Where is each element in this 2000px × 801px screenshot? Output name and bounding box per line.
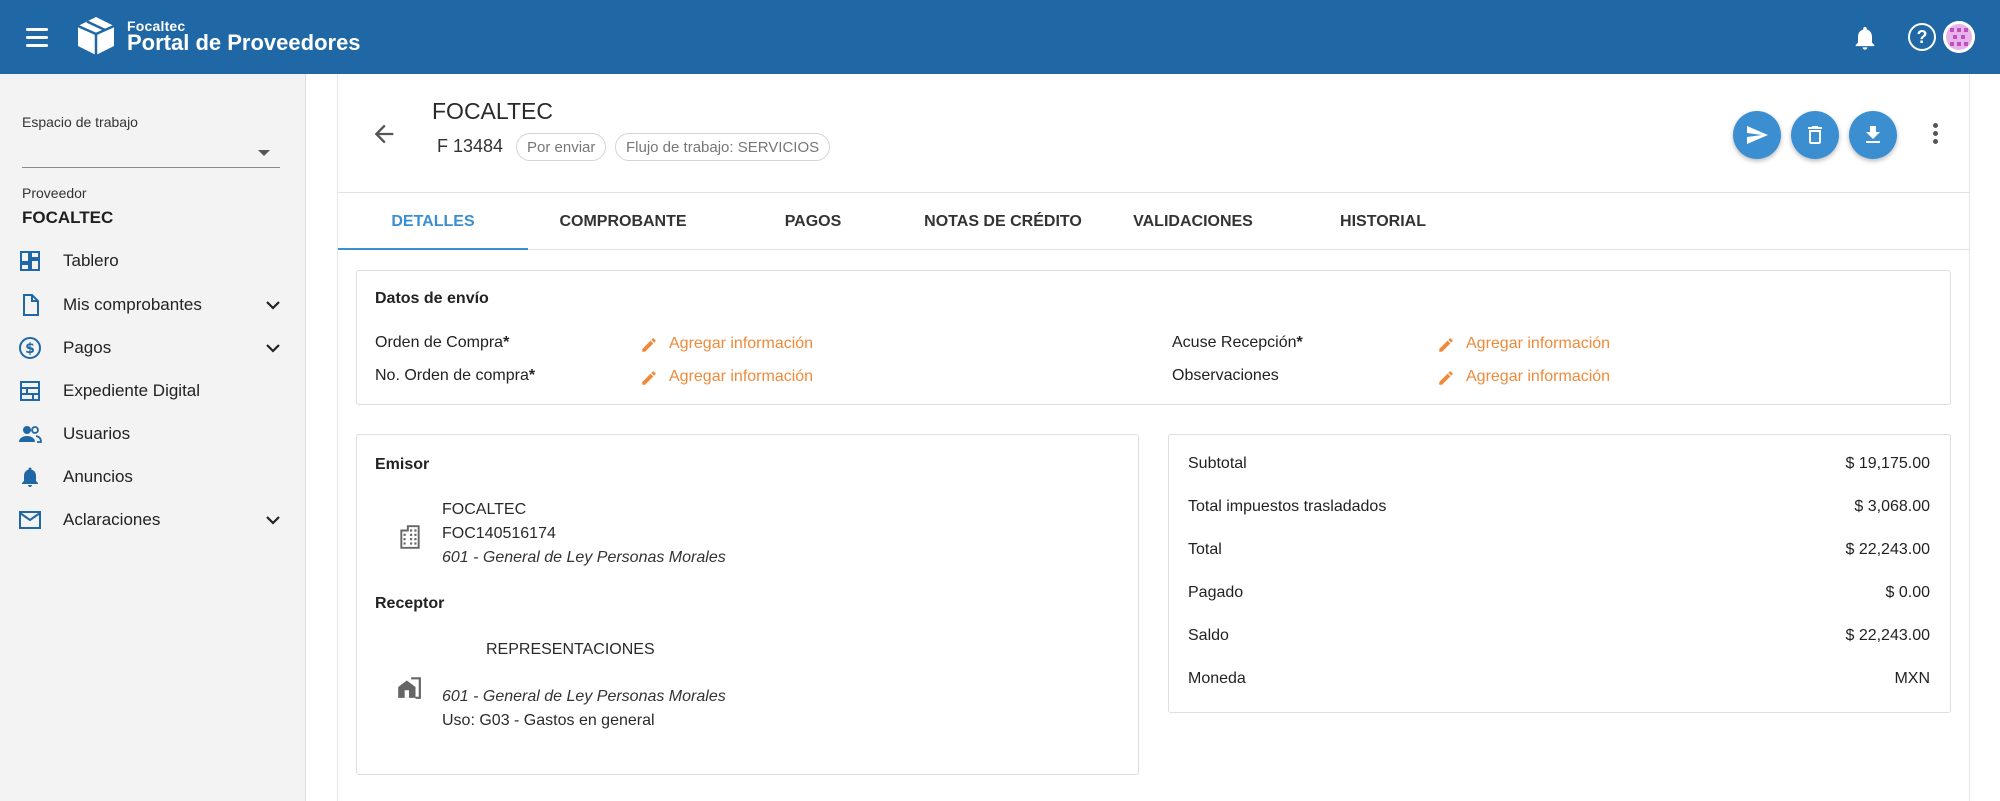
- summary-value: MXN: [1894, 670, 1930, 687]
- tab-pagos[interactable]: PAGOS: [718, 193, 908, 250]
- chevron-down-icon: [266, 344, 280, 353]
- sidebar-item-label: Anuncios: [63, 467, 133, 486]
- summary-value: $ 19,175.00: [1845, 455, 1930, 472]
- receptor-name: REPRESENTACIONES: [486, 641, 655, 658]
- sidebar-item-mis-comprobantes[interactable]: Mis comprobantes: [0, 284, 305, 326]
- tab-bar: DETALLES COMPROBANTE PAGOS NOTAS DE CRÉD…: [338, 193, 1969, 250]
- sidebar-item-pagos[interactable]: $ Pagos: [0, 327, 305, 369]
- no-orden-compra-label: No. Orden de compra*: [375, 367, 536, 384]
- dashboard-icon: [20, 251, 40, 271]
- chevron-down-icon: [266, 516, 280, 525]
- summary-row-pagado: Pagado $ 0.00: [1168, 579, 1950, 609]
- workspace-label: Espacio de trabajo: [22, 114, 138, 130]
- tab-historial[interactable]: HISTORIAL: [1288, 193, 1478, 250]
- emisor-title: Emisor: [375, 456, 430, 473]
- dollar-icon: $: [19, 337, 41, 359]
- trash-icon: [1808, 126, 1822, 144]
- summary-row-total: Total $ 22,243.00: [1168, 536, 1950, 566]
- tab-notas-de-credito[interactable]: NOTAS DE CRÉDITO: [908, 193, 1098, 250]
- pencil-icon: [642, 371, 656, 385]
- summary-row-moneda: Moneda MXN: [1168, 665, 1950, 695]
- pencil-icon: [1439, 371, 1453, 385]
- summary-value: $ 22,243.00: [1845, 541, 1930, 558]
- portal-logo-icon: [77, 17, 115, 55]
- home-building-icon: [398, 677, 421, 699]
- help-icon[interactable]: ?: [1908, 23, 1936, 51]
- summary-row-subtotal: Subtotal $ 19,175.00: [1168, 450, 1950, 480]
- receptor-uso: Uso: G03 - Gastos en general: [442, 712, 655, 729]
- observaciones-add-link[interactable]: Agregar información: [1437, 367, 1657, 389]
- svg-text:$: $: [25, 341, 35, 357]
- summary-value: $ 22,243.00: [1845, 627, 1930, 644]
- notifications-bell-icon[interactable]: [1851, 24, 1879, 52]
- receptor-title: Receptor: [375, 595, 445, 612]
- provider-label: Proveedor: [22, 185, 87, 201]
- sidebar-item-aclaraciones[interactable]: Aclaraciones: [0, 499, 305, 541]
- sidebar-item-usuarios[interactable]: Usuarios: [0, 413, 305, 455]
- document-icon: [23, 294, 39, 316]
- user-avatar[interactable]: [1943, 21, 1975, 53]
- emisor-regimen: 601 - General de Ley Personas Morales: [442, 549, 726, 566]
- top-app-bar: Focaltec Portal de Proveedores ?: [0, 0, 2000, 74]
- building-icon: [400, 525, 420, 549]
- sidebar-item-label: Tablero: [63, 251, 119, 270]
- sidebar-item-label: Aclaraciones: [63, 510, 161, 529]
- sidebar-item-anuncios[interactable]: Anuncios: [0, 456, 305, 498]
- emisor-name: FOCALTEC: [442, 501, 527, 518]
- provider-name: FOCALTEC: [22, 208, 114, 227]
- more-options-icon[interactable]: [1924, 120, 1946, 148]
- sidebar-item-label: Pagos: [63, 338, 112, 357]
- summary-label: Pagado: [1188, 584, 1244, 601]
- tab-detalles[interactable]: DETALLES: [338, 193, 528, 250]
- pencil-icon: [1439, 338, 1453, 352]
- document-number: F 13484: [437, 136, 504, 156]
- delete-button[interactable]: [1791, 111, 1839, 159]
- observaciones-label: Observaciones: [1172, 367, 1279, 384]
- shipping-data-title: Datos de envío: [375, 290, 489, 307]
- send-icon: [1747, 126, 1768, 144]
- no-orden-compra-add-link[interactable]: Agregar información: [640, 367, 860, 389]
- receptor-regimen: 601 - General de Ley Personas Morales: [442, 688, 726, 705]
- sidebar-item-expediente-digital[interactable]: Expediente Digital: [0, 370, 305, 412]
- pencil-icon: [642, 338, 656, 352]
- digital-file-icon: [20, 381, 40, 401]
- summary-value: $ 3,068.00: [1854, 498, 1930, 515]
- orden-compra-add-link[interactable]: Agregar información: [640, 334, 860, 356]
- mail-icon: [19, 511, 41, 529]
- summary-label: Moneda: [1188, 670, 1246, 687]
- users-icon: [19, 426, 42, 443]
- sidebar-item-label: Expediente Digital: [63, 381, 201, 400]
- acuse-recepcion-add-link[interactable]: Agregar información: [1437, 334, 1657, 356]
- emisor-rfc: FOC140516174: [442, 525, 556, 542]
- summary-label: Saldo: [1188, 627, 1229, 644]
- acuse-recepcion-label: Acuse Recepción*: [1172, 334, 1303, 351]
- sidebar-item-tablero[interactable]: Tablero: [0, 240, 305, 282]
- send-button[interactable]: [1733, 111, 1781, 159]
- tab-validaciones[interactable]: VALIDACIONES: [1098, 193, 1288, 250]
- document-title: FOCALTEC: [432, 98, 553, 124]
- workspace-select[interactable]: [22, 140, 280, 168]
- orden-compra-label: Orden de Compra*: [375, 334, 510, 351]
- download-icon: [1866, 126, 1880, 143]
- summary-row-impuestos: Total impuestos trasladados $ 3,068.00: [1168, 493, 1950, 523]
- app-title: Portal de Proveedores: [127, 30, 361, 55]
- summary-label: Subtotal: [1188, 455, 1247, 472]
- tab-comprobante[interactable]: COMPROBANTE: [528, 193, 718, 250]
- chevron-down-icon: [266, 301, 280, 310]
- bell-icon: [22, 467, 38, 487]
- download-button[interactable]: [1849, 111, 1897, 159]
- hamburger-menu-icon[interactable]: [24, 24, 54, 50]
- summary-value: $ 0.00: [1885, 584, 1930, 601]
- summary-label: Total: [1188, 541, 1222, 558]
- summary-label: Total impuestos trasladados: [1188, 498, 1387, 515]
- dropdown-caret-icon: [258, 150, 270, 156]
- status-badge: Por enviar: [516, 133, 607, 161]
- sidebar-item-label: Usuarios: [63, 424, 131, 443]
- sidebar-item-label: Mis comprobantes: [63, 295, 202, 314]
- summary-row-saldo: Saldo $ 22,243.00: [1168, 622, 1950, 652]
- shipping-data-card: [356, 270, 1951, 405]
- workflow-badge: Flujo de trabajo: SERVICIOS: [615, 133, 831, 161]
- back-arrow-icon[interactable]: [370, 120, 398, 148]
